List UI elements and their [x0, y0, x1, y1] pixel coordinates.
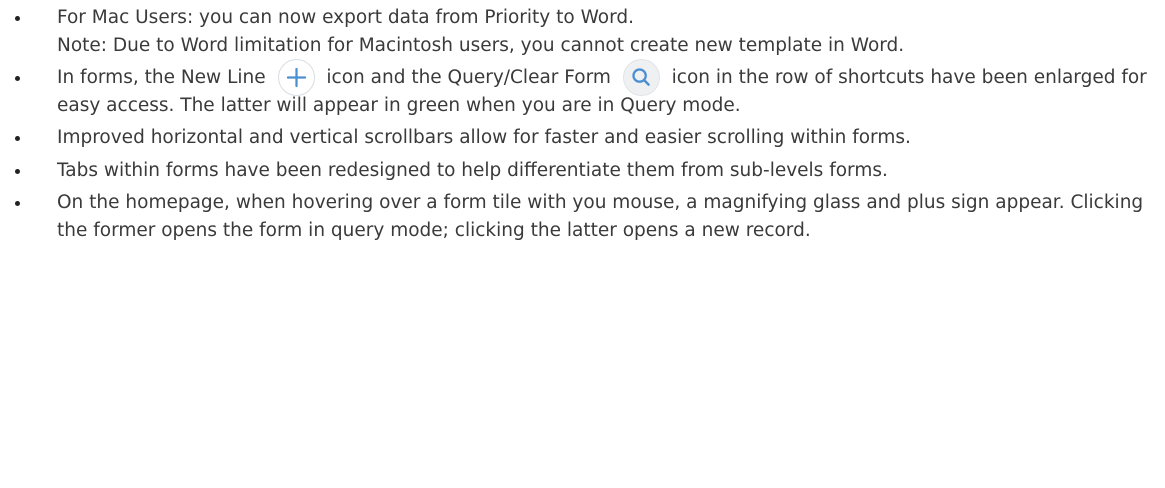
bullet-dot — [15, 136, 20, 141]
list-item-tabs: Tabs within forms have been redesigned t… — [0, 157, 1165, 185]
release-notes: For Mac Users: you can now export data f… — [0, 0, 1165, 488]
list-item-mac-export: For Mac Users: you can now export data f… — [0, 4, 1165, 59]
magnifier-icon — [622, 58, 660, 96]
item-text: On the homepage, when hovering over a fo… — [57, 192, 1144, 241]
bullet-dot — [15, 201, 20, 206]
bullet-dot — [15, 76, 20, 81]
item-text-part2: icon and the Query/Clear Form — [320, 67, 617, 88]
item-text: Improved horizontal and vertical scrollb… — [57, 127, 911, 148]
list-item-form-icons: In forms, the New Line icon and the Quer… — [0, 58, 1165, 119]
item-text: For Mac Users: you can now export data f… — [57, 7, 634, 28]
list-item-scrollbars: Improved horizontal and vertical scrollb… — [0, 124, 1165, 152]
item-note: Note: Due to Word limitation for Macinto… — [57, 34, 905, 56]
item-text-part1: In forms, the New Line — [57, 67, 272, 88]
item-text: Tabs within forms have been redesigned t… — [57, 159, 888, 181]
bullet-dot — [15, 168, 20, 174]
plus-icon — [277, 58, 315, 96]
list-item-homepage-hover: On the homepage, when hovering over a fo… — [0, 189, 1165, 244]
bullet-dot — [15, 16, 20, 21]
feature-list: For Mac Users: you can now export data f… — [0, 4, 1165, 244]
